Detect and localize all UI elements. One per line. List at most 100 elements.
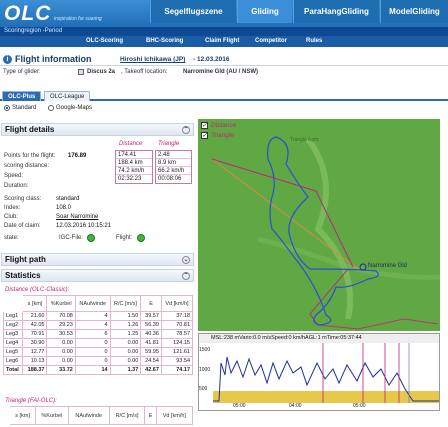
table-cell: 56.30 (140, 320, 162, 330)
takeoff-label: , Takeoff location: (121, 69, 168, 75)
tri-col-s: s [km] (9, 406, 36, 425)
table-cell: Total (2, 365, 24, 375)
table-cell: 124.15 (160, 338, 194, 348)
y-tick-1500: 1500 (199, 347, 211, 353)
table-cell: 59.95 (140, 347, 162, 357)
menu-olc-scoring[interactable]: OLC-Scoring (86, 36, 123, 47)
table-cell: 0 (74, 347, 111, 357)
col-naufwinde: NAufwinde (74, 295, 111, 312)
col-e: E (140, 295, 162, 312)
table-cell: 41.81 (140, 338, 162, 348)
pilot-link[interactable]: Hiroshi Ichikawa (JP) (120, 56, 185, 63)
terrain-band (213, 391, 439, 403)
x-tick-3: 05:00 (353, 403, 366, 409)
place-narromine: Narromine Gld (368, 263, 408, 269)
menu-rules[interactable]: Rules (306, 36, 322, 47)
place-trangie: Trangie Agric (290, 137, 320, 143)
table-row: Total 188.37 33.72 14 1.37 42.67 74.17 (2, 365, 194, 375)
flight-status-icon (137, 234, 145, 242)
flight-label: Flight: (116, 235, 133, 241)
tri-col-kurbel: %Kurbel (34, 406, 69, 425)
claim-date-label: Date of claim: (4, 223, 41, 229)
points-value: 176.89 (68, 153, 87, 159)
table-cell: Leg4 (2, 338, 24, 348)
table-cell: Leg6 (2, 356, 24, 366)
tab-olc-league[interactable]: OLC-League (44, 91, 91, 101)
distance-values: 174.41 188.4 km 74.2 km/h 02:32:23 (115, 150, 153, 184)
map-legend: ✓ Distance ✓ Triangle (200, 121, 254, 143)
menu-competitor[interactable]: Competitor (255, 36, 287, 47)
distance-points: 174.41 (116, 151, 152, 159)
table-cell: 30.53 (46, 329, 76, 339)
table-cell: 0.00 (109, 356, 142, 366)
menu-claim-flight[interactable]: Claim Flight (205, 36, 239, 47)
tab-parahanggliding[interactable]: ParaHangGliding (293, 0, 379, 23)
tri-col-vd: Vd [km/h] (155, 406, 194, 425)
scoring-distance-label: scoring distance: (4, 163, 50, 169)
triangle-speed: 66.2 km/h (156, 167, 191, 175)
olc-logo[interactable]: OLC (4, 2, 51, 26)
duration-label: Duration: (4, 183, 29, 189)
glider-type-label: Type of glider: (3, 69, 41, 75)
club-link[interactable]: Soar Narromine (56, 214, 98, 220)
table-cell: 188.37 (22, 365, 48, 375)
triangle-checkbox[interactable]: ✓ (201, 132, 208, 139)
expand-icon[interactable]: ⌄ (182, 256, 190, 264)
table-cell: 14 (74, 365, 111, 375)
table-cell: 39.57 (140, 311, 162, 321)
table-row: Leg6 10.13 0.00 0 0.00 24.54 93.54 (2, 356, 194, 366)
flight-details-header[interactable]: Flight details ⌃ (1, 123, 194, 136)
league-tabs: OLC-Plus OLC-League (0, 89, 448, 101)
flight-date: - 12.03.2016 (193, 56, 230, 63)
table-cell: Leg5 (2, 347, 24, 357)
distance-duration: 02:32:23 (118, 176, 142, 182)
table-cell: 40.36 (140, 329, 162, 339)
statistics-header[interactable]: Statistics ⌃ (1, 269, 194, 282)
radio-standard-label: Standard (12, 105, 37, 111)
barogram-readout: MSL:238 mVario:0.0 m/sSpeed:0 km/hAGL:1 … (199, 334, 439, 343)
table-cell: 12.77 (22, 347, 48, 357)
triangle-duration: 00:08:06 (158, 176, 182, 182)
collapse-icon[interactable]: ⌃ (182, 126, 190, 134)
scoringregion-link[interactable]: Scoringregion -Period (0, 28, 62, 34)
flight-map[interactable]: ✓ Distance ✓ Triangle Narromine Gld Tran… (198, 119, 440, 331)
glider-type: Discus 2a (87, 69, 116, 75)
radio-google-maps[interactable] (48, 105, 54, 111)
table-cell: 42.67 (140, 365, 162, 375)
subnav: Scoringregion -Period (0, 27, 448, 36)
glider-icon (78, 69, 84, 75)
table-cell: 121.61 (160, 347, 194, 357)
radio-standard[interactable] (4, 105, 10, 111)
table-row: Leg3 70.91 30.53 6 1.25 40.36 78.57 (2, 329, 194, 339)
glider-line: Type of glider: Discus 2a , Takeoff loca… (0, 67, 448, 78)
tab-modelgliding[interactable]: ModelGliding (380, 0, 448, 23)
table-cell: Leg1 (2, 311, 24, 321)
tri-col-e: E (144, 406, 157, 425)
table-cell: 37.18 (160, 311, 194, 321)
statistics-title: Statistics (5, 271, 41, 280)
table-cell: 1.37 (109, 365, 142, 375)
triangle-values: 2.48 8.9 km 66.2 km/h 00:08:06 (155, 150, 192, 184)
distance-speed: 74.2 km/h (116, 167, 152, 175)
main-menu: OLC-Scoring BHC-Scoring Claim Flight Com… (0, 36, 448, 47)
flight-path-header[interactable]: Flight path ⌄ (1, 253, 194, 266)
tab-gliding[interactable]: Gliding (237, 0, 292, 23)
tab-olc-plus[interactable]: OLC-Plus (2, 91, 42, 101)
club-label: Club: (4, 214, 19, 220)
barogram[interactable]: MSL:238 mVario:0.0 m/sSpeed:0 km/hAGL:1 … (198, 333, 440, 411)
stats-corner (2, 295, 24, 312)
col-rc: R/C [m/s] (109, 295, 142, 312)
table-cell: 0.00 (46, 338, 76, 348)
tab-segelflugszene[interactable]: Segelflugszene (150, 0, 236, 23)
table-cell: 1.25 (109, 329, 142, 339)
map-overlay (198, 119, 440, 331)
barogram-plot (213, 343, 439, 403)
distance-checkbox[interactable]: ✓ (201, 122, 208, 129)
tagline: inspiration for soaring (54, 16, 102, 22)
menu-bhc-scoring[interactable]: BHC-Scoring (146, 36, 183, 47)
y-tick-1000: 1000 (199, 367, 211, 373)
collapse-icon[interactable]: ⌃ (182, 272, 190, 280)
table-row: Leg5 12.77 0.00 0 0.00 59.95 121.61 (2, 347, 194, 357)
table-cell: 70.81 (160, 320, 194, 330)
table-cell: 30.90 (22, 338, 48, 348)
